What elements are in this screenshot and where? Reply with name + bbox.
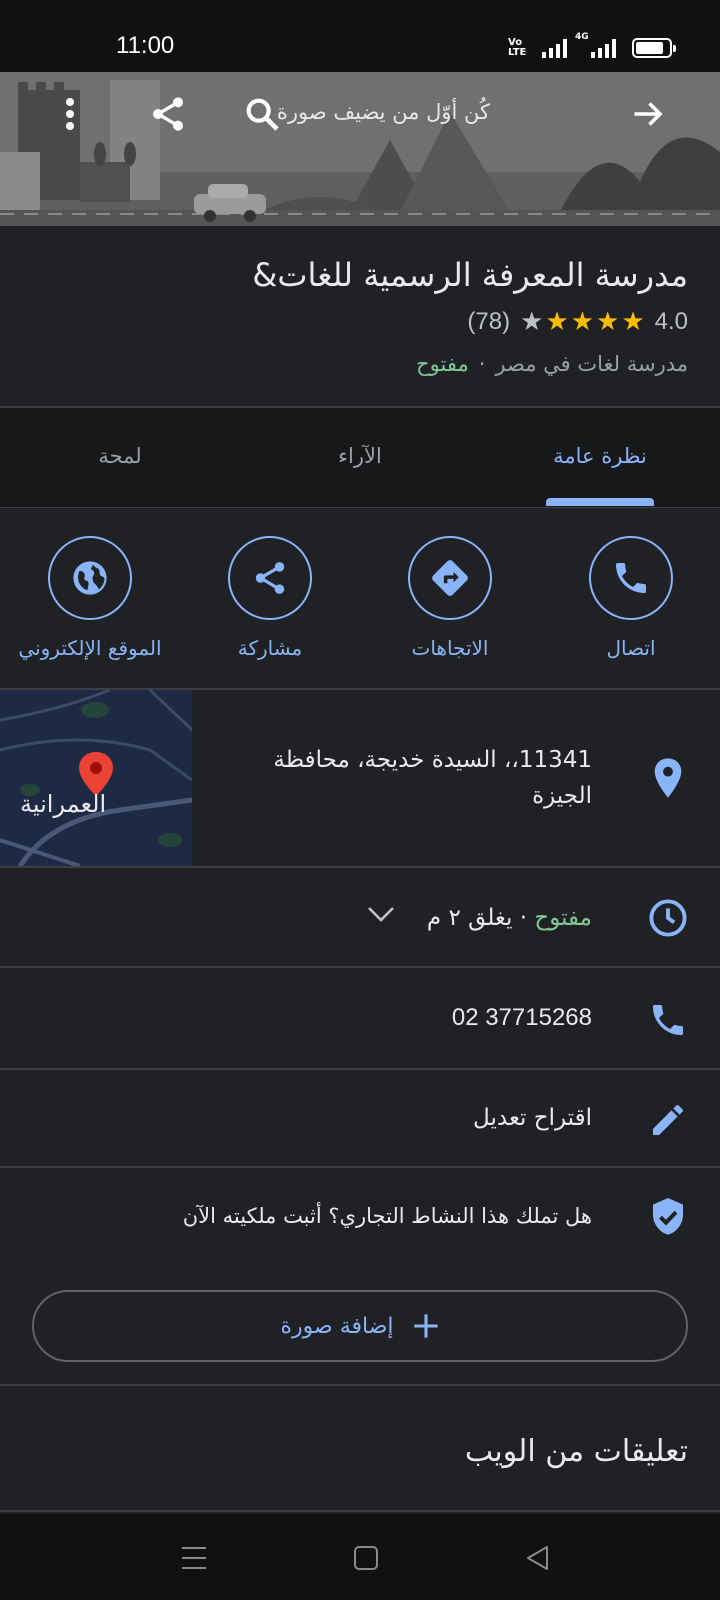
hours-row[interactable]: مفتوح · يغلق ٢ م [0,868,720,968]
tab-indicator [546,498,654,506]
star-icon: ★ [545,307,569,337]
verified-shield-icon [646,1196,690,1240]
address-line-1: 11341،، السيدة خديجة، محافظة [273,747,592,773]
add-photo-prompt: كُن أوّل من يضيف صورة [276,100,490,124]
phone-number: 02 37715268 [451,1004,592,1031]
home-icon[interactable] [346,1538,386,1578]
tab-bar: نظرة عامة الآراء لمحة [0,408,720,508]
status-bar: 11:00 Vo LTE 4G [0,0,720,72]
action-buttons: اتصال الاتجاهات مشاركة الموقع الإلكتروني [0,508,720,690]
review-count: (78) [467,308,511,335]
phone-icon [589,536,673,620]
share-button[interactable]: مشاركة [175,536,365,660]
battery-icon [632,38,676,58]
website-button[interactable]: الموقع الإلكتروني [0,536,185,660]
star-icon: ★ [621,307,645,337]
status-icons: Vo LTE 4G [508,32,676,58]
suggest-edit-label: اقتراح تعديل [473,1105,592,1131]
add-photo-button[interactable]: إضافة صورة [32,1290,688,1362]
share-icon [228,536,312,620]
pencil-icon [646,1098,690,1142]
directions-icon [408,536,492,620]
hours-text: مفتوح · يغلق ٢ م [427,900,592,936]
city-illustration [0,72,720,226]
search-icon[interactable] [234,86,290,142]
call-button[interactable]: اتصال [536,536,720,660]
open-status: مفتوح [416,352,469,376]
add-photo-label: إضافة صورة [280,1313,394,1339]
suggest-edit-row[interactable]: اقتراح تعديل [0,1070,720,1168]
more-vert-icon[interactable] [42,86,98,142]
claim-business-label: هل تملك هذا النشاط التجاري؟ أثبت ملكيته … [182,1204,592,1228]
tab-reviews[interactable]: الآراء [300,444,420,468]
star-rating: ★ ★ ★ ★ ★ [520,309,645,335]
section-divider [0,1510,720,1512]
directions-label: الاتجاهات [411,636,489,660]
place-category: مدرسة لغات في مصر [495,352,688,376]
status-time: 11:00 [116,32,175,59]
map-area-label: العمرانية [20,790,107,818]
hours-open-status: مفتوح [534,905,592,931]
signal-4g-icon: 4G [575,32,616,58]
star-icon: ★ [520,307,544,337]
place-meta: مدرسة لغات في مصر · مفتوح [416,352,688,376]
hours-closing-time: · يغلق ٢ م [426,905,535,931]
share-icon[interactable] [140,86,196,142]
tab-about[interactable]: لمحة [60,444,180,468]
map-thumbnail[interactable]: العمرانية [0,690,192,866]
signal-icon [542,38,567,58]
rating-value: 4.0 [654,308,688,335]
menu-icon[interactable] [174,1538,214,1578]
tab-overview[interactable]: نظرة عامة [530,444,670,468]
separator-dot: · [478,352,486,376]
website-label: الموقع الإلكتروني [18,636,162,660]
claim-business-row[interactable]: هل تملك هذا النشاط التجاري؟ أثبت ملكيته … [0,1168,720,1268]
place-name: مدرسة المعرفة الرسمية للغات& [252,256,688,294]
phone-icon [646,998,690,1042]
place-header: مدرسة المعرفة الرسمية للغات& 4.0 ★ ★ ★ ★ ★ (… [0,226,720,408]
address-line-2: الجيزة [532,783,592,809]
hero-banner: كُن أوّل من يضيف صورة [0,72,720,226]
star-icon: ★ [596,307,620,337]
globe-icon [48,536,132,620]
map-illustration [0,690,192,866]
directions-button[interactable]: الاتجاهات [355,536,545,660]
system-nav-bar [0,1514,720,1600]
location-pin-icon [646,756,690,800]
chevron-down-icon[interactable] [366,904,396,928]
web-reviews-heading: تعليقات من الويب [464,1434,688,1469]
section-divider [0,1384,720,1386]
clock-icon [646,896,690,940]
share-label: مشاركة [237,636,303,660]
phone-row[interactable]: 02 37715268 [0,968,720,1070]
back-icon[interactable] [518,1538,558,1578]
volte-icon: Vo LTE [508,37,527,58]
call-label: اتصال [606,636,656,660]
rating-row[interactable]: 4.0 ★ ★ ★ ★ ★ (78) [467,308,688,336]
address-row[interactable]: 11341،، السيدة خديجة، محافظة الجيزة العم… [0,690,720,868]
plus-icon [413,1314,438,1338]
address-text: 11341،، السيدة خديجة، محافظة الجيزة [273,742,592,814]
star-icon: ★ [570,307,594,337]
forward-arrow-icon[interactable] [620,86,676,142]
